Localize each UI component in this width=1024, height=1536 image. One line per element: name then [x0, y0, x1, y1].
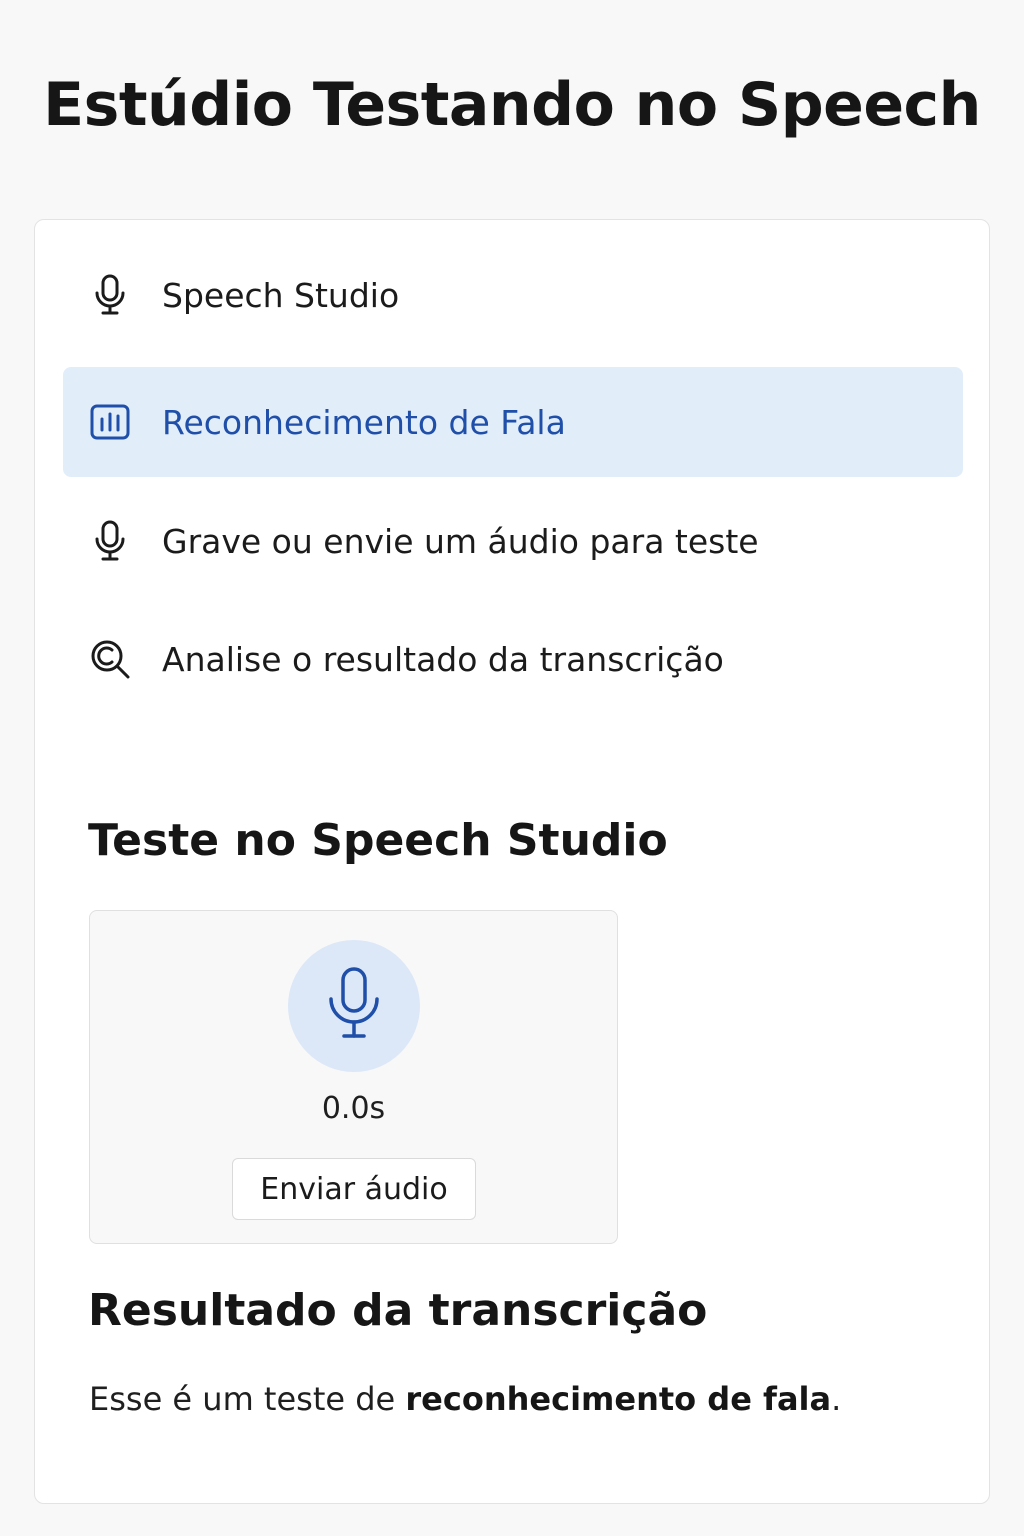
- page: Estúdio Testando no Speech Speech Studio: [0, 0, 1024, 1536]
- audio-recorder-panel: 0.0s Enviar áudio: [89, 910, 618, 1244]
- page-title: Estúdio Testando no Speech: [43, 70, 981, 140]
- recording-timer: 0.0s: [321, 1091, 386, 1126]
- nav-item-label: Grave ou envie um áudio para teste: [162, 521, 759, 561]
- nav-item-grave-ou-envie[interactable]: Grave ou envie um áudio para teste: [63, 486, 963, 596]
- send-audio-button[interactable]: Enviar áudio: [232, 1158, 476, 1220]
- nav-item-label: Reconhecimento de Fala: [162, 402, 566, 442]
- result-text-end: .: [831, 1380, 842, 1418]
- main-card: Speech Studio Reconhecimento de Fala Gra…: [34, 219, 990, 1504]
- result-text-plain: Esse é um teste de: [89, 1380, 406, 1418]
- bar-chart-icon: [89, 401, 131, 443]
- microphone-icon: [326, 966, 382, 1046]
- record-button[interactable]: [288, 940, 420, 1072]
- nav-item-reconhecimento-de-fala[interactable]: Reconhecimento de Fala: [63, 367, 963, 477]
- nav-item-speech-studio[interactable]: Speech Studio: [63, 240, 963, 350]
- microphone-icon: [89, 274, 131, 316]
- result-text-bold: reconhecimento de fala: [405, 1380, 832, 1418]
- microphone-icon: [89, 520, 131, 562]
- search-analyze-icon: [89, 638, 131, 680]
- transcription-result: Esse é um teste de reconhecimento de fal…: [89, 1380, 841, 1418]
- nav-item-label: Analise o resultado da transcrição: [162, 639, 724, 679]
- result-section-heading: Resultado da transcrição: [88, 1285, 708, 1336]
- nav-item-analise-resultado[interactable]: Analise o resultado da transcrição: [63, 604, 963, 714]
- nav-item-label: Speech Studio: [162, 275, 400, 315]
- test-section-heading: Teste no Speech Studio: [88, 815, 668, 866]
